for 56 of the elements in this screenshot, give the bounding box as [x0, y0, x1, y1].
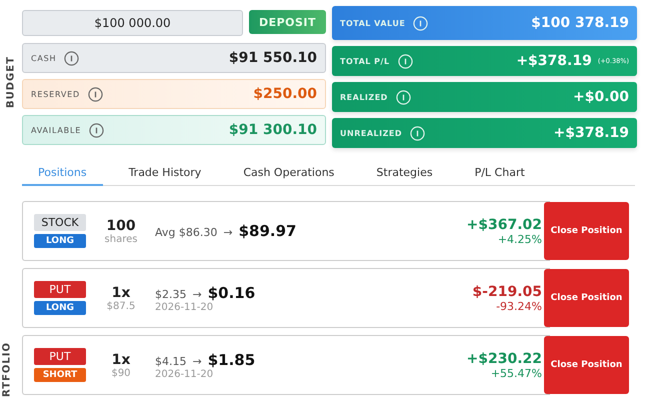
close-position-button[interactable]: Close Position: [544, 202, 629, 260]
card-label: UNREALIZED: [340, 128, 402, 138]
side-badge: LONG: [34, 301, 86, 315]
card-value: +$0.00: [572, 89, 629, 105]
card-label: TOTAL VALUE: [340, 18, 406, 28]
quantity: 1x: [112, 352, 130, 368]
type-badge: STOCK: [34, 214, 86, 231]
tab[interactable]: Strategies: [360, 160, 449, 186]
pnl-percent: +4.25%: [498, 232, 542, 246]
section-label: RTFOLIO: [0, 342, 14, 397]
entry-price: $2.35: [155, 288, 186, 300]
card-label: REALIZED: [340, 92, 388, 102]
side-badge: LONG: [34, 234, 86, 248]
expiry-date: 2026-11-20: [155, 302, 214, 312]
card-label: RESERVED: [31, 90, 80, 98]
close-position-button[interactable]: Close Position: [544, 336, 629, 394]
current-price: $89.97: [238, 222, 296, 240]
quantity-detail: shares: [104, 234, 138, 244]
card-label: TOTAL P/L: [340, 56, 390, 66]
side-badge: SHORT: [34, 368, 86, 382]
current-price: $0.16: [208, 284, 256, 302]
card-value: $250.00: [253, 86, 317, 102]
card-value: +$378.19: [516, 53, 592, 69]
pnl-percent: -93.24%: [496, 300, 542, 312]
tab[interactable]: Trade History: [112, 160, 218, 186]
pnl-percent: +55.47%: [490, 366, 542, 380]
tab[interactable]: P/L Chart: [458, 160, 541, 186]
info-icon[interactable]: [88, 86, 103, 102]
quantity: 100: [106, 218, 136, 234]
expiry-date: 2026-11-20: [155, 368, 214, 380]
deposit-field[interactable]: $100 000.00: [22, 10, 243, 36]
entry-price: $4.15: [155, 354, 186, 368]
arrow-glyph: →: [223, 226, 233, 239]
entry-price: Avg $86.30: [155, 226, 218, 239]
type-badge: PUT: [34, 348, 86, 365]
info-icon[interactable]: [89, 122, 104, 138]
arrow-glyph: →: [192, 354, 202, 368]
close-position-button[interactable]: Close Position: [544, 269, 629, 327]
current-price: $1.85: [208, 350, 256, 368]
quantity: 1x: [112, 284, 130, 300]
arrow-glyph: →: [192, 288, 202, 300]
pnl-value: +$230.22: [466, 350, 542, 366]
card-label: AVAILABLE: [31, 126, 82, 134]
pnl-value: $-219.05: [472, 284, 542, 300]
card-value: $91 300.10: [228, 122, 317, 138]
pnl-value: +$367.02: [466, 216, 542, 232]
tab[interactable]: Cash Operations: [227, 160, 350, 186]
card-value: $100 378.19: [531, 15, 629, 31]
card-label: CASH: [31, 54, 56, 62]
section-label: BUDGET: [4, 55, 18, 110]
quantity-detail: $90: [111, 368, 131, 378]
quantity-detail: $87.5: [106, 300, 136, 312]
card-value: +$378.19: [554, 125, 629, 141]
type-badge: PUT: [34, 281, 86, 298]
info-icon[interactable]: [64, 50, 80, 66]
card-value: $91 550.10: [228, 50, 317, 66]
